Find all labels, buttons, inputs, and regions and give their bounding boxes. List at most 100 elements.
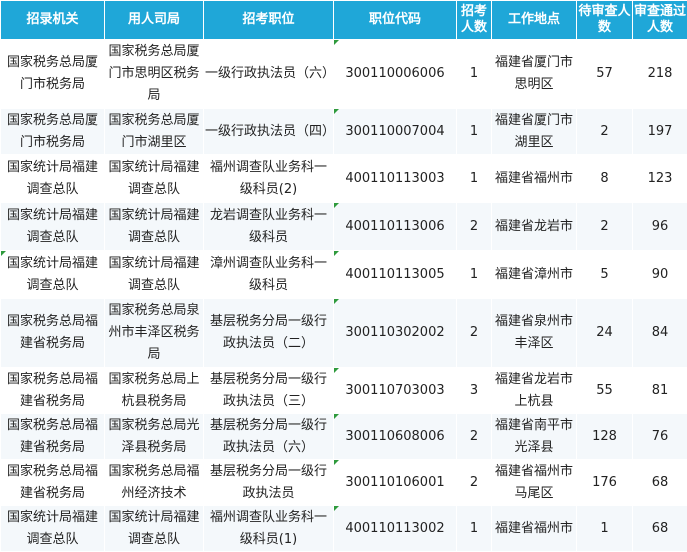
cell-position: 漳州调查队业务科一级科员 [204, 251, 334, 299]
header-agency: 招录机关 [1, 1, 105, 40]
cell-pending: 24 [577, 299, 633, 368]
cell-bureau: 国家统计局福建调查总队 [105, 506, 204, 552]
cell-position: 基层税务分局一级行政执法员（六） [204, 414, 334, 460]
cell-agency: 国家税务总局福建省税务局 [1, 368, 105, 414]
cell-hires: 1 [457, 40, 492, 109]
cell-position: 基层税务分局一级行政执法员 [204, 460, 334, 506]
cell-code: 400110113003 [334, 155, 457, 203]
header-location: 工作地点 [492, 1, 577, 40]
table-row: 国家统计局福建调查总队 国家统计局福建调查总队 福州调查队业务科一级科员(2) … [1, 155, 687, 203]
cell-code: 400110113005 [334, 251, 457, 299]
cell-position: 一级行政执法员（六） [204, 40, 334, 109]
cell-position: 基层税务分局一级行政执法员（三） [204, 368, 334, 414]
cell-hires: 2 [457, 299, 492, 368]
cell-hires: 2 [457, 460, 492, 506]
cell-agency: 国家统计局福建调查总队 [1, 506, 105, 552]
cell-bureau: 国家统计局福建调查总队 [105, 251, 204, 299]
cell-agency: 国家税务总局厦门市税务局 [1, 109, 105, 155]
cell-location: 福建省漳州市 [492, 251, 577, 299]
cell-pending: 55 [577, 368, 633, 414]
header-code: 职位代码 [334, 1, 457, 40]
cell-bureau: 国家统计局福建调查总队 [105, 155, 204, 203]
table-row: 国家税务总局福建省税务局 国家税务总局上杭县税务局 基层税务分局一级行政执法员（… [1, 368, 687, 414]
cell-passed: 197 [633, 109, 687, 155]
cell-passed: 81 [633, 368, 687, 414]
cell-code: 400110113006 [334, 203, 457, 251]
header-hires: 招考人数 [457, 1, 492, 40]
cell-pending: 57 [577, 40, 633, 109]
exam-review-table: 招录机关 用人司局 招考职位 职位代码 招考人数 工作地点 待审查人数 审查通过… [0, 0, 687, 552]
cell-bureau: 国家统计局福建调查总队 [105, 203, 204, 251]
cell-code: 300110608006 [334, 414, 457, 460]
table-row: 国家税务总局厦门市税务局 国家税务总局厦门市思明区税务局 一级行政执法员（六） … [1, 40, 687, 109]
cell-code: 300110703003 [334, 368, 457, 414]
table-row: 国家统计局福建调查总队 国家统计局福建调查总队 福州调查队业务科一级科员(1) … [1, 506, 687, 552]
cell-code: 300110006006 [334, 40, 457, 109]
table-header-row: 招录机关 用人司局 招考职位 职位代码 招考人数 工作地点 待审查人数 审查通过… [1, 1, 687, 40]
cell-agency: 国家统计局福建调查总队 [1, 155, 105, 203]
header-passed: 审查通过人数 [633, 1, 687, 40]
cell-agency: 国家统计局福建调查总队 [1, 251, 105, 299]
cell-bureau: 国家税务总局厦门市湖里区 [105, 109, 204, 155]
table-row: 国家税务总局福建省税务局 国家税务总局福州经济技术 基层税务分局一级行政执法员 … [1, 460, 687, 506]
cell-pending: 128 [577, 414, 633, 460]
cell-pending: 2 [577, 109, 633, 155]
cell-position: 福州调查队业务科一级科员(2) [204, 155, 334, 203]
cell-location: 福建省福州市 [492, 506, 577, 552]
cell-bureau: 国家税务总局光泽县税务局 [105, 414, 204, 460]
cell-pending: 8 [577, 155, 633, 203]
cell-passed: 76 [633, 414, 687, 460]
cell-pending: 176 [577, 460, 633, 506]
cell-hires: 2 [457, 414, 492, 460]
cell-passed: 123 [633, 155, 687, 203]
cell-location: 福建省厦门市思明区 [492, 40, 577, 109]
cell-pending: 1 [577, 506, 633, 552]
table-row: 国家统计局福建调查总队 国家统计局福建调查总队 龙岩调查队业务科一级科员 400… [1, 203, 687, 251]
cell-passed: 84 [633, 299, 687, 368]
cell-code: 300110106001 [334, 460, 457, 506]
cell-location: 福建省南平市光泽县 [492, 414, 577, 460]
header-bureau: 用人司局 [105, 1, 204, 40]
header-pending: 待审查人数 [577, 1, 633, 40]
cell-passed: 68 [633, 460, 687, 506]
cell-agency: 国家税务总局厦门市税务局 [1, 40, 105, 109]
header-position: 招考职位 [204, 1, 334, 40]
cell-passed: 96 [633, 203, 687, 251]
cell-agency: 国家税务总局福建省税务局 [1, 299, 105, 368]
cell-location: 福建省龙岩市 [492, 203, 577, 251]
cell-agency: 国家统计局福建调查总队 [1, 203, 105, 251]
cell-code: 300110007004 [334, 109, 457, 155]
table-row: 国家统计局福建调查总队 国家统计局福建调查总队 漳州调查队业务科一级科员 400… [1, 251, 687, 299]
cell-passed: 218 [633, 40, 687, 109]
cell-pending: 2 [577, 203, 633, 251]
cell-hires: 1 [457, 506, 492, 552]
cell-location: 福建省厦门市湖里区 [492, 109, 577, 155]
cell-hires: 2 [457, 203, 492, 251]
cell-location: 福建省福州市马尾区 [492, 460, 577, 506]
cell-hires: 1 [457, 251, 492, 299]
cell-passed: 68 [633, 506, 687, 552]
cell-position: 基层税务分局一级行政执法员（二） [204, 299, 334, 368]
cell-position: 龙岩调查队业务科一级科员 [204, 203, 334, 251]
cell-bureau: 国家税务总局上杭县税务局 [105, 368, 204, 414]
cell-location: 福建省泉州市丰泽区 [492, 299, 577, 368]
cell-position: 福州调查队业务科一级科员(1) [204, 506, 334, 552]
cell-agency: 国家税务总局福建省税务局 [1, 414, 105, 460]
cell-bureau: 国家税务总局厦门市思明区税务局 [105, 40, 204, 109]
table-row: 国家税务总局福建省税务局 国家税务总局光泽县税务局 基层税务分局一级行政执法员（… [1, 414, 687, 460]
cell-hires: 1 [457, 109, 492, 155]
table-row: 国家税务总局厦门市税务局 国家税务总局厦门市湖里区 一级行政执法员（四） 300… [1, 109, 687, 155]
cell-location: 福建省福州市 [492, 155, 577, 203]
cell-code: 400110113002 [334, 506, 457, 552]
cell-code: 300110302002 [334, 299, 457, 368]
cell-location: 福建省龙岩市上杭县 [492, 368, 577, 414]
cell-bureau: 国家税务总局泉州市丰泽区税务局 [105, 299, 204, 368]
cell-pending: 5 [577, 251, 633, 299]
table-row: 国家税务总局福建省税务局 国家税务总局泉州市丰泽区税务局 基层税务分局一级行政执… [1, 299, 687, 368]
cell-agency: 国家税务总局福建省税务局 [1, 460, 105, 506]
cell-hires: 3 [457, 368, 492, 414]
cell-position: 一级行政执法员（四） [204, 109, 334, 155]
cell-hires: 1 [457, 155, 492, 203]
cell-bureau: 国家税务总局福州经济技术 [105, 460, 204, 506]
cell-passed: 90 [633, 251, 687, 299]
